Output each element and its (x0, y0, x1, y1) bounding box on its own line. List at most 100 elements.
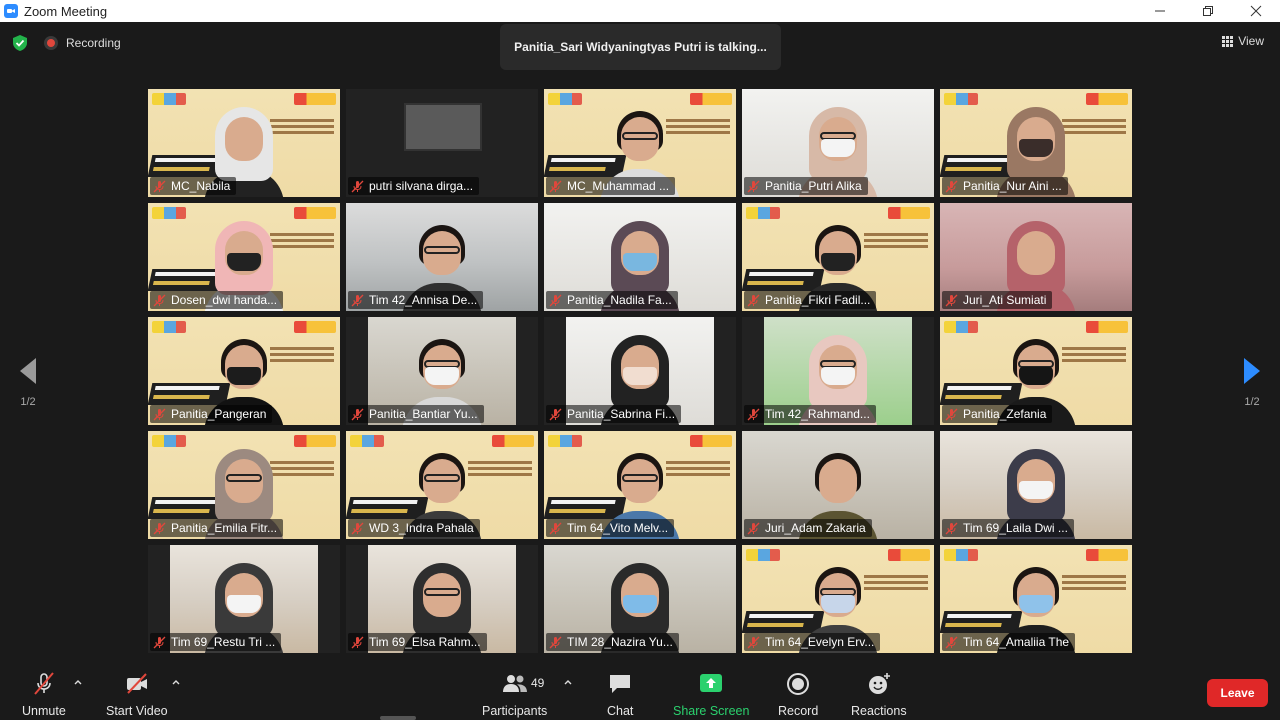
participant-name-label: Tim 64_Evelyn Erv... (744, 633, 881, 651)
participant-name: Tim 69_Laila Dwi ... (963, 521, 1068, 535)
encryption-shield-icon[interactable] (12, 34, 28, 52)
muted-mic-icon (747, 408, 760, 420)
share-screen-button[interactable]: Share Screen (673, 672, 749, 718)
participant-video-tile[interactable]: Panitia_Pangeran (148, 317, 340, 425)
window-titlebar: Zoom Meeting (0, 0, 1280, 22)
recording-label: Recording (66, 36, 121, 50)
participant-video-tile[interactable]: Dosen_dwi handa... (148, 203, 340, 311)
participant-video-tile[interactable]: MC_Muhammad ... (544, 89, 736, 197)
muted-mic-icon (351, 180, 364, 192)
video-camera-off-icon (126, 673, 147, 694)
participant-name: Panitia_Zefania (963, 407, 1047, 421)
reactions-label: Reactions (851, 704, 907, 718)
muted-mic-icon (549, 294, 562, 306)
participant-video-tile[interactable]: WD 3_Indra Pahala (346, 431, 538, 539)
participant-video-tile[interactable]: Juri_Adam Zakaria (742, 431, 934, 539)
participant-name-label: MC_Muhammad ... (546, 177, 676, 195)
restore-button[interactable] (1184, 0, 1232, 22)
participant-video-tile[interactable]: MC_Nabila (148, 89, 340, 197)
unmute-button[interactable]: Unmute (22, 672, 66, 718)
previous-page-button[interactable]: 1/2 (18, 356, 38, 408)
active-speaker-banner: Panitia_Sari Widyaningtyas Putri is talk… (500, 24, 781, 70)
share-screen-label: Share Screen (673, 704, 750, 718)
close-button[interactable] (1232, 0, 1280, 22)
participant-name-label: Panitia_Nadila Fa... (546, 291, 678, 309)
page-indicator-left: 1/2 (20, 396, 36, 408)
participant-name-label: Tim 69_Restu Tri ... (150, 633, 282, 651)
participant-name-label: Tim 69_Elsa Rahm... (348, 633, 487, 651)
participant-video-tile[interactable]: Tim 64_Amaliia The (940, 545, 1132, 653)
participant-video-tile[interactable]: Tim 69_Elsa Rahm... (346, 545, 538, 653)
chat-button[interactable]: Chat (607, 672, 633, 718)
zoom-app-icon (4, 4, 18, 18)
participants-count-badge: 49 (531, 676, 545, 690)
participant-video-tile[interactable]: Panitia_Nadila Fa... (544, 203, 736, 311)
participant-name: Tim 64_Vito Melv... (567, 521, 669, 535)
muted-mic-icon (351, 294, 364, 306)
record-button[interactable]: Record (778, 672, 818, 718)
participant-name-label: Juri_Adam Zakaria (744, 519, 872, 537)
reactions-button[interactable]: Reactions (851, 672, 907, 718)
record-icon (787, 673, 810, 695)
participant-video-tile[interactable]: Tim 42_Rahmand... (742, 317, 934, 425)
arrow-right-icon (1244, 358, 1260, 384)
muted-mic-icon (153, 408, 166, 420)
participant-video-tile[interactable]: Panitia_Sabrina Fi... (544, 317, 736, 425)
participant-name: Panitia_Sabrina Fi... (567, 407, 676, 421)
chat-bubble-icon (610, 675, 631, 693)
view-button[interactable]: View (1222, 34, 1264, 48)
muted-mic-icon (351, 522, 364, 534)
participant-name-label: WD 3_Indra Pahala (348, 519, 480, 537)
participant-name: Panitia_Nur Aini ... (963, 179, 1062, 193)
participant-name-label: Panitia_Emilia Fitr... (150, 519, 284, 537)
participant-name-label: Tim 64_Amaliia The (942, 633, 1076, 651)
share-screen-icon (700, 674, 723, 692)
muted-mic-icon (945, 408, 958, 420)
leave-button[interactable]: Leave (1207, 679, 1268, 707)
participant-name-label: Panitia_Pangeran (150, 405, 273, 423)
participant-video-tile[interactable]: Tim 64_Evelyn Erv... (742, 545, 934, 653)
participant-video-tile[interactable]: Tim 42_Annisa De... (346, 203, 538, 311)
participant-name-label: Tim 69_Laila Dwi ... (942, 519, 1074, 537)
minimize-button[interactable] (1136, 0, 1184, 22)
start-video-button[interactable]: Start Video (106, 672, 168, 718)
video-options-chevron-up-icon[interactable] (171, 678, 181, 686)
participant-video-tile[interactable]: TIM 28_Nazira Yu... (544, 545, 736, 653)
muted-mic-icon (945, 636, 958, 648)
participant-video-tile[interactable]: Tim 64_Vito Melv... (544, 431, 736, 539)
participant-name: Panitia_Pangeran (171, 407, 267, 421)
participant-video-tile[interactable]: Juri_Ati Sumiati (940, 203, 1132, 311)
next-page-button[interactable]: 1/2 (1242, 356, 1262, 408)
audio-options-chevron-up-icon[interactable] (73, 678, 83, 686)
participant-name: Panitia_Nadila Fa... (567, 293, 672, 307)
participant-name: Tim 64_Amaliia The (963, 635, 1070, 649)
meeting-toolbar: Unmute Start Video Participants 49 Chat … (0, 664, 1280, 720)
participants-options-chevron-up-icon[interactable] (563, 678, 573, 686)
muted-mic-icon (747, 180, 760, 192)
participant-name: MC_Muhammad ... (567, 179, 670, 193)
participant-video-tile[interactable]: Panitia_Nur Aini ... (940, 89, 1132, 197)
participant-video-tile[interactable]: Panitia_Zefania (940, 317, 1132, 425)
gallery-grid-icon (1222, 35, 1234, 47)
participants-label: Participants (482, 704, 548, 718)
participant-video-tile[interactable]: Panitia_Fikri Fadil... (742, 203, 934, 311)
muted-mic-icon (153, 180, 166, 192)
participant-name: Panitia_Putri Alika (765, 179, 862, 193)
participant-name: WD 3_Indra Pahala (369, 521, 474, 535)
participant-video-tile[interactable]: Panitia_Emilia Fitr... (148, 431, 340, 539)
participant-video-tile[interactable]: Panitia_Putri Alika (742, 89, 934, 197)
participant-virtual-background (404, 103, 482, 151)
muted-mic-icon (549, 408, 562, 420)
participant-video-tile[interactable]: Tim 69_Restu Tri ... (148, 545, 340, 653)
participant-name-label: Panitia_Nur Aini ... (942, 177, 1068, 195)
muted-mic-icon (153, 636, 166, 648)
participant-video-tile[interactable]: putri silvana dirga... (346, 89, 538, 197)
participant-video-tile[interactable]: Panitia_Bantiar Yu... (346, 317, 538, 425)
participant-name-label: Panitia_Bantiar Yu... (348, 405, 484, 423)
participants-icon (502, 675, 527, 692)
recording-indicator[interactable]: Recording (44, 36, 121, 50)
chat-label: Chat (607, 704, 634, 718)
participant-video-tile[interactable]: Tim 69_Laila Dwi ... (940, 431, 1132, 539)
muted-mic-icon (747, 636, 760, 648)
participant-name-label: Panitia_Zefania (942, 405, 1053, 423)
